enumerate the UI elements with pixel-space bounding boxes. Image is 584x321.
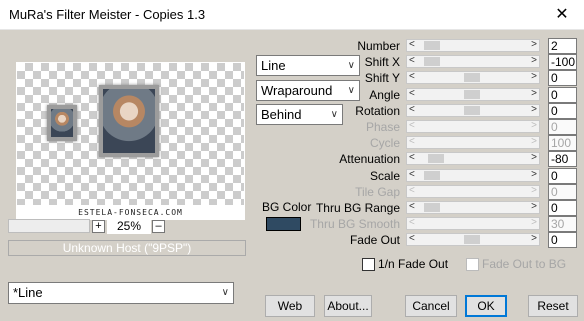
preview-canvas[interactable] [16,62,245,206]
ok-button[interactable]: OK [465,295,507,317]
chevron-down-icon: ∨ [221,287,229,298]
fade-n-label: 1/n Fade Out [378,257,449,271]
title-bar: MuRa's Filter Meister - Copies 1.3 ✕ [0,0,584,30]
arrow-left-icon[interactable]: < [409,152,415,163]
param-label-fade-out: Fade Out [349,233,400,247]
param-value-thru-bg-range[interactable]: 0 [548,200,577,216]
slider-thumb[interactable] [424,57,440,66]
slider-thumb[interactable] [424,41,440,50]
slider-tile-gap[interactable]: < > [406,185,540,198]
param-value-shift-x[interactable]: -100 [548,54,577,70]
web-button[interactable]: Web [265,295,315,317]
param-label-tile-gap: Tile Gap [355,185,400,199]
fade-bg-checkbox[interactable] [466,258,479,271]
fade-n-checkbox[interactable] [362,258,375,271]
param-label-number: Number [357,39,400,53]
zoom-in-button[interactable]: + [92,220,105,233]
arrow-right-icon[interactable]: > [531,136,537,147]
param-label-shift-x: Shift X [364,55,400,69]
slider-attenuation[interactable]: < > [406,152,540,165]
param-label-rotation: Rotation [355,104,400,118]
zoom-out-button[interactable]: – [152,220,165,233]
slider-thumb[interactable] [464,106,480,115]
arrow-left-icon[interactable]: < [409,217,415,228]
slider-cycle[interactable]: < > [406,136,540,149]
preset-select[interactable]: *Line ∨ [8,282,234,304]
param-label-shift-y: Shift Y [364,71,400,85]
slider-angle[interactable]: < > [406,88,540,101]
arrow-left-icon[interactable]: < [409,39,415,50]
arrow-left-icon[interactable]: < [409,88,415,99]
slider-rotation[interactable]: < > [406,104,540,117]
about-button[interactable]: About... [324,295,372,317]
arrow-left-icon[interactable]: < [409,201,415,212]
arrow-right-icon[interactable]: > [531,120,537,131]
arrow-left-icon[interactable]: < [409,233,415,244]
param-value-fade-out[interactable]: 0 [548,232,577,248]
slider-shift-y[interactable]: < > [406,71,540,84]
arrow-right-icon[interactable]: > [531,185,537,196]
param-value-number[interactable]: 2 [548,38,577,54]
slider-thumb[interactable] [424,171,440,180]
param-label-thru-bg-smooth: Thru BG Smooth [309,217,400,231]
fade-bg-label: Fade Out to BG [482,257,567,271]
param-label-phase: Phase [365,120,400,134]
param-label-scale: Scale [369,169,400,183]
slider-thumb[interactable] [464,73,480,82]
slider-thumb[interactable] [424,203,440,212]
slider-thumb[interactable] [464,90,480,99]
close-button[interactable]: ✕ [540,0,584,30]
arrow-left-icon[interactable]: < [409,185,415,196]
param-label-angle: Angle [369,88,400,102]
arrow-left-icon[interactable]: < [409,136,415,147]
param-value-angle[interactable]: 0 [548,87,577,103]
dialog-body: ESTELA-FONSECA.COM + 25% – Unknown Host … [0,30,584,321]
arrow-left-icon[interactable]: < [409,55,415,66]
param-value-cycle[interactable]: 100 [548,135,577,151]
slider-phase[interactable]: < > [406,120,540,133]
arrow-right-icon[interactable]: > [531,217,537,228]
arrow-right-icon[interactable]: > [531,152,537,163]
slider-thru-bg-smooth[interactable]: < > [406,217,540,230]
slider-thumb[interactable] [464,235,480,244]
slider-fade-out[interactable]: < > [406,233,540,246]
reset-button[interactable]: Reset [528,295,578,317]
copy-thumbnail-large [99,85,159,157]
slider-thumb[interactable] [428,154,444,163]
param-label-thru-bg-range: Thru BG Range [315,201,400,215]
param-value-shift-y[interactable]: 0 [548,70,577,86]
arrow-right-icon[interactable]: > [531,201,537,212]
arrow-right-icon[interactable]: > [531,39,537,50]
arrow-left-icon[interactable]: < [409,104,415,115]
arrow-right-icon[interactable]: > [531,233,537,244]
copy-thumbnail-small [47,105,77,141]
arrow-left-icon[interactable]: < [409,71,415,82]
slider-thru-bg-range[interactable]: < > [406,201,540,214]
cancel-button[interactable]: Cancel [405,295,457,317]
arrow-left-icon[interactable]: < [409,169,415,180]
zoom-bar [8,219,90,233]
window-title: MuRa's Filter Meister - Copies 1.3 [9,7,206,22]
param-label-cycle: Cycle [369,136,400,150]
param-value-scale[interactable]: 0 [548,168,577,184]
host-status: Unknown Host ("9PSP") [8,240,246,256]
arrow-left-icon[interactable]: < [409,120,415,131]
slider-shift-x[interactable]: < > [406,55,540,68]
slider-scale[interactable]: < > [406,169,540,182]
zoom-level: 25% [107,218,151,234]
param-value-phase[interactable]: 0 [548,119,577,135]
arrow-right-icon[interactable]: > [531,71,537,82]
arrow-right-icon[interactable]: > [531,88,537,99]
param-value-attenuation[interactable]: -80 [548,151,577,167]
preset-select-value: *Line [13,285,43,300]
slider-number[interactable]: < > [406,39,540,52]
arrow-right-icon[interactable]: > [531,104,537,115]
param-value-tile-gap[interactable]: 0 [548,184,577,200]
param-value-rotation[interactable]: 0 [548,103,577,119]
arrow-right-icon[interactable]: > [531,55,537,66]
arrow-right-icon[interactable]: > [531,169,537,180]
param-label-attenuation: Attenuation [339,152,400,166]
param-value-thru-bg-smooth[interactable]: 30 [548,216,577,232]
